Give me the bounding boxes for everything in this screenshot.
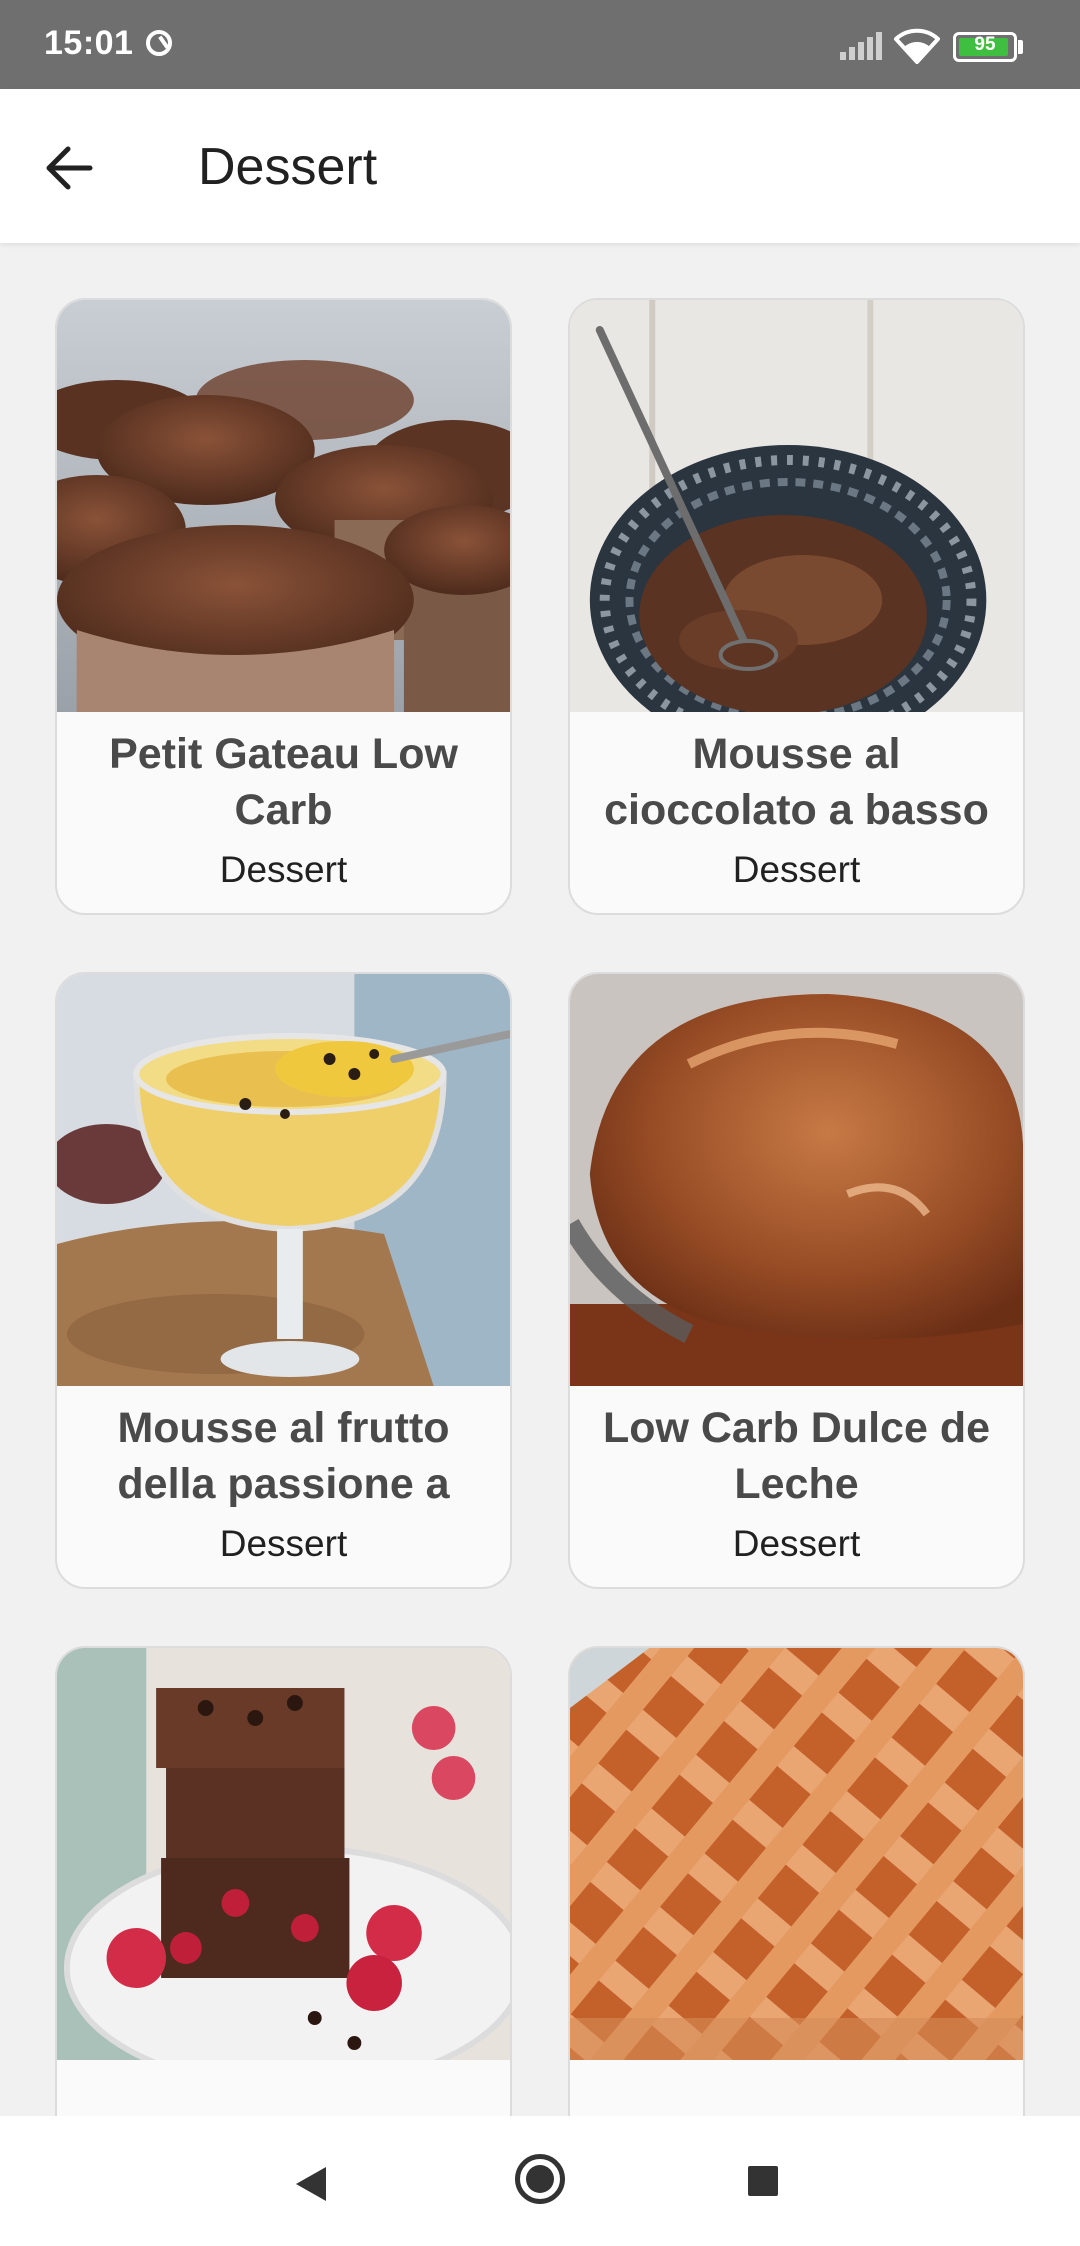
recipe-category: Dessert [732, 849, 861, 890]
page-title: Dessert [198, 138, 378, 196]
recipe-image-chocolate-brownies [57, 1648, 510, 2060]
arrow-left-icon [46, 146, 93, 190]
nav-recents-icon[interactable] [748, 2166, 778, 2196]
recipe-card[interactable] [568, 1646, 1025, 2116]
status-bar: 15:01 95 [0, 0, 1080, 89]
recipe-image-dulce-de-leche [570, 974, 1023, 1386]
back-button[interactable] [36, 133, 106, 203]
app-bar: Dessert [0, 89, 1080, 243]
recipe-category: Dessert [219, 1523, 348, 1564]
recipe-category: Dessert [732, 1523, 861, 1564]
system-navigation-bar [0, 2116, 1080, 2246]
recipe-card[interactable]: Low Carb Dulce de Leche Dessert [568, 972, 1025, 1589]
battery-level: 95 [974, 34, 996, 55]
do-not-disturb-icon [146, 30, 172, 56]
nav-back-icon[interactable] [294, 2165, 328, 2203]
recipe-card[interactable]: Mousse al cioccolato a basso Dessert [568, 298, 1025, 915]
recipe-grid: Petit Gateau Low Carb Dessert Mousse al … [0, 243, 1080, 2116]
recipe-image-lattice-crostata [570, 1648, 1023, 2060]
battery-icon: 95 [953, 32, 1017, 62]
recipe-image-chocolate-muffins [57, 300, 510, 712]
recipe-title: Mousse al cioccolato a basso [604, 730, 989, 834]
nav-home-icon[interactable] [515, 2154, 565, 2204]
wifi-icon [894, 28, 940, 64]
recipe-image-passion-fruit-mousse [57, 974, 510, 1386]
recipe-title: Petit Gateau Low Carb [109, 730, 458, 834]
status-time: 15:01 [44, 24, 134, 62]
recipe-category: Dessert [219, 849, 348, 890]
recipe-card[interactable] [55, 1646, 512, 2116]
recipe-card[interactable]: Petit Gateau Low Carb Dessert [55, 298, 512, 915]
recipe-title: Mousse al frutto della passione a [117, 1404, 450, 1508]
recipe-card[interactable]: Mousse al frutto della passione a Desser… [55, 972, 512, 1589]
recipe-image-chocolate-mousse-bowl [570, 300, 1023, 712]
recipe-title: Low Carb Dulce de Leche [602, 1404, 991, 1508]
signal-icon [840, 32, 882, 60]
